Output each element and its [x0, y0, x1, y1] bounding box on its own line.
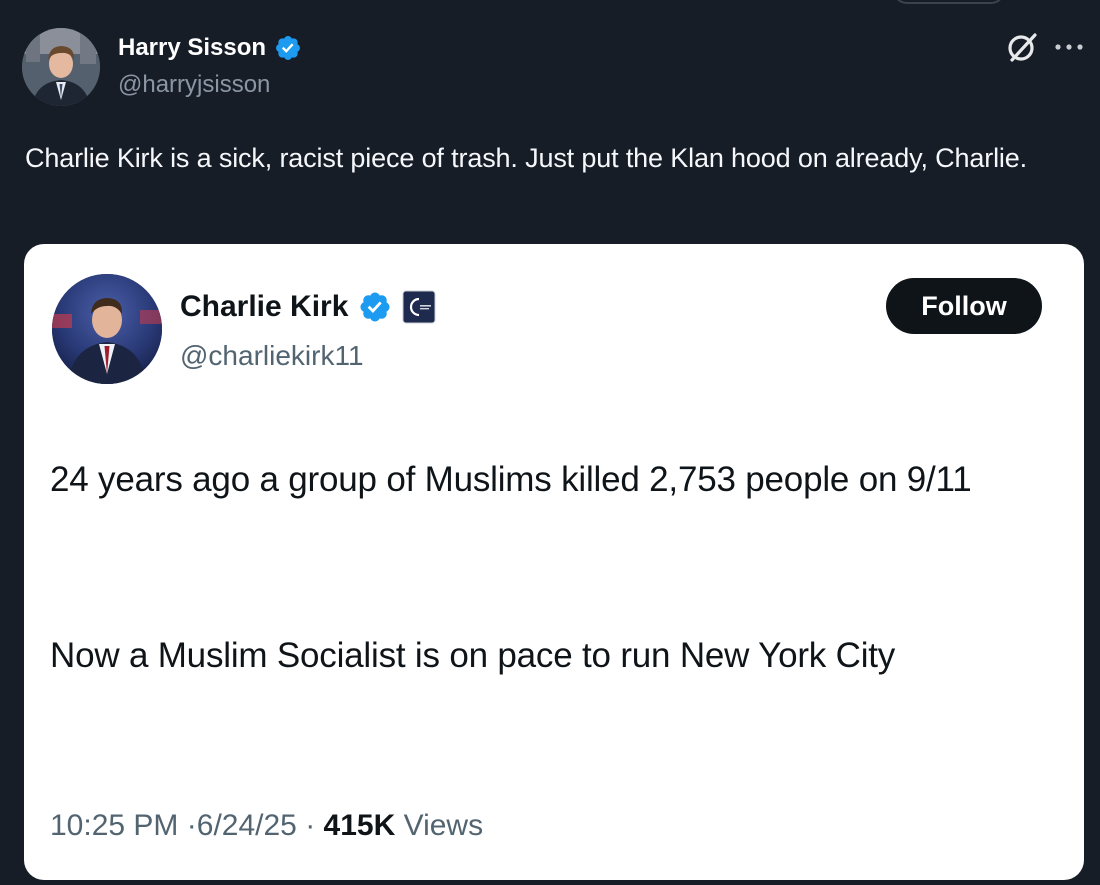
organization-badge-icon[interactable] [402, 290, 436, 324]
embedded-author-display-name[interactable]: Charlie Kirk [180, 287, 348, 327]
post-time[interactable]: 10:25 PM [50, 809, 178, 842]
embedded-avatar-photo [52, 274, 162, 384]
meta-separator: · [305, 809, 316, 842]
top-button-edge[interactable] [893, 0, 1005, 4]
author-name-row: Harry Sisson [118, 31, 302, 65]
embedded-post-paragraph-1: 24 years ago a group of Muslims killed 2… [50, 460, 972, 499]
meta-separator: · [186, 809, 197, 842]
embedded-author-name-row: Charlie Kirk [180, 287, 436, 327]
grok-icon[interactable] [1004, 29, 1040, 65]
embedded-post-card[interactable]: Charlie Kirk @charliekirk11 Follow 24 ye… [24, 244, 1084, 880]
follow-button[interactable]: Follow [886, 278, 1042, 334]
author-display-name[interactable]: Harry Sisson [118, 31, 266, 65]
views-label: Views [403, 809, 484, 842]
avatar[interactable] [22, 28, 100, 106]
embedded-author-handle[interactable]: @charliekirk11 [180, 338, 364, 374]
post-metadata: 10:25 PM ·6/24/25 · 415K Views [50, 807, 483, 845]
post-text: Charlie Kirk is a sick, racist piece of … [25, 143, 1027, 173]
avatar-photo [22, 28, 100, 106]
author-handle[interactable]: @harryjsisson [118, 70, 270, 100]
post-date[interactable]: 6/24/25 [197, 809, 297, 842]
views-count: 415K [323, 809, 396, 842]
embedded-post-paragraph-2: Now a Muslim Socialist is on pace to run… [50, 636, 896, 675]
more-options-icon[interactable] [1053, 40, 1085, 54]
verified-badge-icon [276, 36, 301, 60]
embedded-author-avatar[interactable] [52, 274, 162, 384]
embedded-verified-badge-icon [360, 292, 390, 322]
